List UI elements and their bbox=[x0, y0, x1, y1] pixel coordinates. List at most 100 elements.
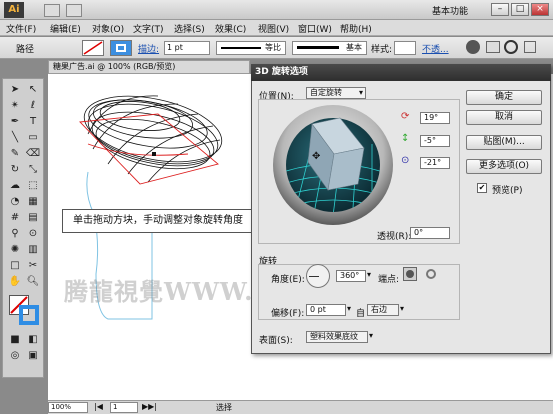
cap-on-button[interactable] bbox=[403, 267, 417, 281]
dial-needle bbox=[309, 276, 319, 277]
cancel-button[interactable]: 取消 bbox=[466, 110, 542, 125]
minimize-button[interactable]: – bbox=[491, 3, 509, 16]
angle-dropdown-icon[interactable]: ▾ bbox=[367, 270, 371, 279]
no-fill-icon bbox=[83, 41, 103, 55]
offset-field[interactable]: 0 pt bbox=[306, 304, 346, 316]
align-icon[interactable] bbox=[486, 41, 500, 53]
maximize-button[interactable]: □ bbox=[511, 3, 529, 16]
menu-type[interactable]: 文字(T) bbox=[133, 22, 164, 35]
track-cube[interactable]: ✥ bbox=[272, 104, 394, 226]
perspective-grid-tool-icon[interactable]: ▦ bbox=[25, 195, 41, 209]
menu-effect[interactable]: 效果(C) bbox=[215, 22, 246, 35]
map-art-button[interactable]: 贴图(M)... bbox=[466, 135, 542, 150]
status-text[interactable]: 选择 bbox=[216, 402, 232, 413]
tools-panel: ➤ ↖ ✴ ℓ ✒ T ╲ ▭ ✎ ⌫ ↻ ⤡ ☁ ⬚ ◔ ▦ # ▤ ⚲ ⊙ … bbox=[2, 78, 44, 378]
menu-help[interactable]: 帮助(H) bbox=[340, 22, 372, 35]
app-logo: Ai bbox=[4, 2, 24, 18]
perspective-field[interactable]: 0° bbox=[410, 227, 450, 239]
direct-selection-tool-icon[interactable]: ↖ bbox=[25, 83, 41, 97]
zoom-field[interactable]: 100% bbox=[48, 402, 88, 413]
ok-button[interactable]: 确定 bbox=[466, 90, 542, 105]
gradient-tool-icon[interactable]: ▤ bbox=[25, 211, 41, 225]
menu-select[interactable]: 选择(S) bbox=[174, 22, 205, 35]
first-artboard-icon[interactable]: |◀ bbox=[94, 402, 103, 411]
brush-definition[interactable]: 基本 bbox=[292, 41, 367, 55]
angle-field[interactable]: 360° bbox=[336, 270, 366, 282]
eyedropper-tool-icon[interactable]: ⚲ bbox=[7, 227, 23, 241]
workspace-switcher[interactable]: 基本功能 bbox=[432, 4, 468, 17]
close-button[interactable]: × bbox=[531, 3, 549, 16]
screen-mode-icon[interactable]: ▣ bbox=[25, 349, 41, 363]
z-rotation-field[interactable]: -21° bbox=[420, 157, 450, 169]
cap-off-button[interactable] bbox=[424, 267, 438, 281]
bridge-icon[interactable] bbox=[44, 4, 60, 17]
style-dropdown[interactable] bbox=[394, 41, 416, 55]
hand-tool-icon[interactable]: ✋ bbox=[7, 275, 23, 289]
blend-tool-icon[interactable]: ⊙ bbox=[25, 227, 41, 241]
offset-dropdown-icon[interactable]: ▾ bbox=[347, 304, 351, 313]
surface-dropdown[interactable]: 塑料效果底纹 bbox=[306, 331, 368, 343]
rectangle-tool-icon[interactable]: ▭ bbox=[25, 131, 41, 145]
pen-tool-icon[interactable]: ✒ bbox=[7, 115, 23, 129]
dialog-title: 3D 旋转选项 bbox=[251, 64, 551, 81]
lasso-tool-icon[interactable]: ℓ bbox=[25, 99, 41, 113]
menu-file[interactable]: 文件(F) bbox=[6, 22, 36, 35]
arrange-docs-icon[interactable] bbox=[66, 4, 82, 17]
paintbrush-tool-icon[interactable]: ✎ bbox=[7, 147, 23, 161]
angle-dial[interactable] bbox=[306, 264, 330, 288]
chevron-down-icon: ▾ bbox=[358, 88, 363, 97]
preview-label[interactable]: 预览(P) bbox=[492, 183, 522, 196]
preview-checkbox[interactable]: ✔ bbox=[477, 183, 487, 193]
x-axis-icon: ⟳ bbox=[401, 111, 410, 122]
artboard-tool-icon[interactable]: □ bbox=[7, 259, 23, 273]
next-artboard-icon[interactable]: ▶▶| bbox=[142, 402, 157, 411]
selection-tool-icon[interactable]: ➤ bbox=[7, 83, 23, 97]
more-options-button[interactable]: 更多选项(O) bbox=[466, 159, 542, 174]
graph-tool-icon[interactable]: ▥ bbox=[25, 243, 41, 257]
symbol-sprayer-tool-icon[interactable]: ✺ bbox=[7, 243, 23, 257]
gradient-mode-icon[interactable]: ◧ bbox=[25, 333, 41, 347]
line-tool-icon[interactable]: ╲ bbox=[7, 131, 23, 145]
menu-object[interactable]: 对象(O) bbox=[92, 22, 124, 35]
transform-icon[interactable] bbox=[504, 40, 518, 54]
stroke-label[interactable]: 描边: bbox=[138, 42, 159, 55]
slice-tool-icon[interactable]: ✂ bbox=[25, 259, 41, 273]
zoom-tool-icon[interactable]: 🔍︎ bbox=[25, 275, 41, 289]
opacity-label[interactable]: 不透... bbox=[422, 42, 449, 55]
move-cursor-icon: ✥ bbox=[312, 151, 320, 162]
eraser-tool-icon[interactable]: ⌫ bbox=[25, 147, 41, 161]
document-tab[interactable]: 糖果广告.ai @ 100% (RGB/预览) bbox=[48, 60, 250, 74]
rotate-tool-icon[interactable]: ↻ bbox=[7, 163, 23, 177]
stroke-weight-field[interactable]: 1 pt bbox=[164, 41, 210, 55]
menu-view[interactable]: 视图(V) bbox=[258, 22, 289, 35]
surface-label: 表面(S): bbox=[259, 336, 293, 346]
offset-from-dropdown[interactable]: 右边 bbox=[367, 304, 399, 316]
menu-window[interactable]: 窗口(W) bbox=[298, 22, 332, 35]
offset-label: 偏移(F): bbox=[271, 309, 305, 319]
x-rotation-field[interactable]: 19° bbox=[420, 112, 450, 124]
mesh-tool-icon[interactable]: # bbox=[7, 211, 23, 225]
recolor-icon[interactable] bbox=[466, 40, 480, 54]
menu-edit[interactable]: 编辑(E) bbox=[50, 22, 81, 35]
brush-label: 基本 bbox=[346, 43, 362, 52]
options-icon[interactable] bbox=[524, 41, 536, 53]
magic-wand-tool-icon[interactable]: ✴ bbox=[7, 99, 23, 113]
color-mode-icon[interactable]: ■ bbox=[7, 333, 23, 347]
warp-tool-icon[interactable]: ☁ bbox=[7, 179, 23, 193]
artboard-number-field[interactable]: 1 bbox=[110, 402, 138, 413]
stroke-swatch[interactable] bbox=[110, 40, 132, 56]
draw-mode-icon[interactable]: ◎ bbox=[7, 349, 23, 363]
offset-from-label: 自 bbox=[356, 309, 366, 319]
stroke-color-box[interactable] bbox=[19, 305, 39, 325]
position-dropdown[interactable]: 自定旋转 ▾ bbox=[306, 87, 366, 99]
shape-builder-tool-icon[interactable]: ◔ bbox=[7, 195, 23, 209]
type-tool-icon[interactable]: T bbox=[25, 115, 41, 129]
free-transform-tool-icon[interactable]: ⬚ bbox=[25, 179, 41, 193]
fill-swatch[interactable] bbox=[82, 40, 104, 56]
scale-tool-icon[interactable]: ⤡ bbox=[25, 163, 41, 177]
cap-label: 端点: bbox=[378, 275, 400, 285]
variable-width-profile[interactable]: 等比 bbox=[216, 41, 286, 55]
y-rotation-field[interactable]: -5° bbox=[420, 135, 450, 147]
position-value: 自定旋转 bbox=[310, 88, 342, 97]
instruction-callout: 单击拖动方块，手动调整对象旋转角度 bbox=[62, 209, 283, 233]
